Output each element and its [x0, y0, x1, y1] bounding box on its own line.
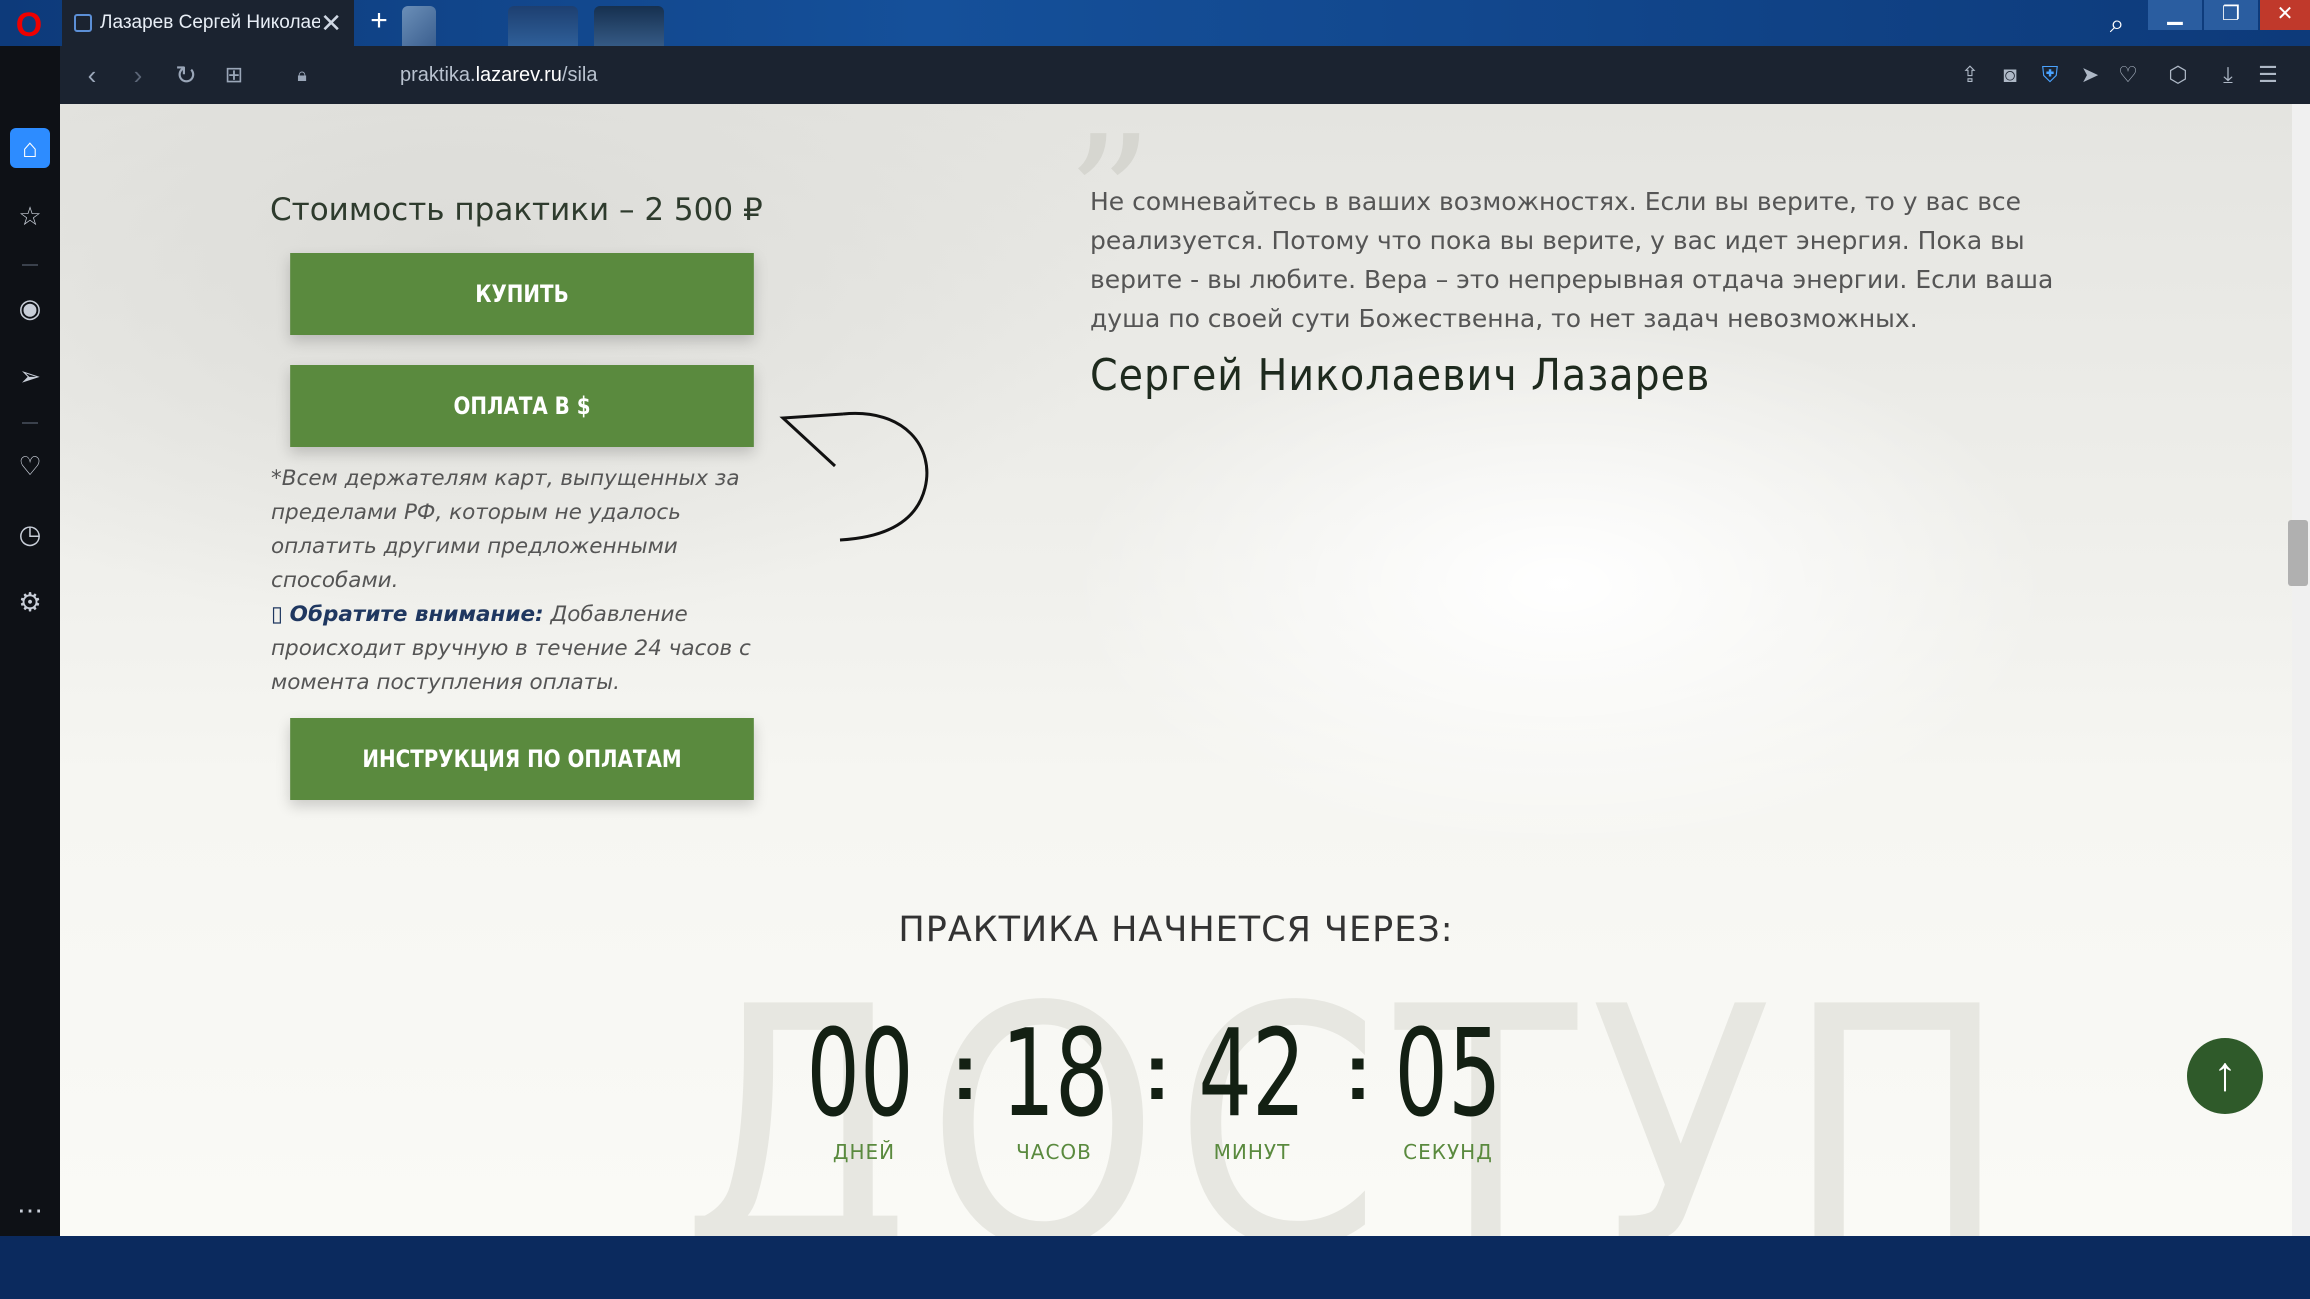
hours-label: ЧАСОВ — [1016, 1140, 1092, 1164]
heart-icon[interactable]: ♡ — [10, 446, 50, 486]
easy-setup-icon[interactable]: ☰ — [2250, 46, 2286, 104]
back-icon[interactable]: ‹ — [72, 46, 112, 104]
attention-box-icon: ▯ — [271, 602, 290, 627]
url-domain: lazarev.ru — [475, 64, 562, 86]
attention-label: Обратите внимание: — [289, 602, 544, 627]
vpn-shield-icon[interactable]: ⛨ — [2032, 46, 2068, 104]
player-icon[interactable]: ◉ — [10, 288, 50, 328]
countdown-minutes: 42 — [1198, 1005, 1306, 1144]
speed-dial-thumbnail[interactable] — [508, 6, 578, 46]
share-icon[interactable]: ⇪ — [1952, 46, 1988, 104]
tab-favicon-icon — [74, 14, 92, 32]
attention-note: ▯ Обратите внимание: Добавление происход… — [271, 598, 771, 700]
tab-close-icon[interactable]: ✕ — [320, 0, 342, 46]
history-icon[interactable]: ◷ — [10, 514, 50, 554]
address-bar: ‹ › ↻ ⊞ 🔒︎ praktika.lazarev.ru/sila ⇪ ◙ … — [60, 46, 2310, 104]
curved-arrow-icon — [779, 411, 929, 542]
heart-icon[interactable]: ♡ — [2110, 46, 2146, 104]
extensions-cube-icon[interactable]: ⬡ — [2160, 46, 2196, 104]
countdown-separator: : — [951, 1027, 979, 1116]
sidebar-divider — [22, 264, 38, 266]
buy-button[interactable]: КУПИТЬ — [290, 253, 754, 335]
search-tabs-icon[interactable]: ⌕ — [2100, 6, 2134, 40]
desktop-taskbar — [0, 1236, 2310, 1299]
practice-price: Стоимость практики – 2 500 ₽ — [270, 192, 763, 228]
downloads-icon[interactable]: ⤓ — [2210, 46, 2246, 104]
countdown-separator: : — [1344, 1027, 1372, 1116]
sidebar-divider — [22, 422, 38, 424]
home-icon[interactable]: ⌂ — [10, 128, 50, 168]
countdown-title: ПРАКТИКА НАЧНЕТСЯ ЧЕРЕЗ: — [898, 910, 1454, 950]
scrollbar-thumb[interactable] — [2288, 520, 2308, 586]
url-path: /sila — [561, 64, 598, 86]
speed-dial-thumbnail[interactable] — [402, 6, 436, 46]
new-tab-button[interactable]: + — [364, 6, 394, 36]
countdown-separator: : — [1143, 1027, 1171, 1116]
quote-text: Не сомневайтесь в ваших возможностях. Ес… — [1090, 187, 2054, 333]
send-icon[interactable]: ➢ — [10, 356, 50, 396]
reload-icon[interactable]: ↻ — [166, 46, 206, 104]
minutes-label: МИНУТ — [1213, 1140, 1291, 1164]
more-icon[interactable]: ⋯ — [10, 1190, 50, 1230]
url-field[interactable]: praktika.lazarev.ru/sila — [400, 46, 598, 104]
speed-dial-thumbnail[interactable] — [594, 6, 664, 46]
seconds-label: СЕКУНД — [1403, 1140, 1493, 1164]
countdown-days: 00 — [806, 1005, 914, 1144]
page-scrollbar[interactable] — [2292, 104, 2310, 1236]
back-to-top-button[interactable]: ↑ — [2187, 1038, 2263, 1114]
forward-icon[interactable]: › — [118, 46, 158, 104]
quote-author: Сергей Николаевич Лазарев — [1090, 350, 1711, 401]
countdown-hours: 18 — [1001, 1005, 1109, 1144]
settings-icon[interactable]: ⚙ — [10, 582, 50, 622]
url-prefix: praktika. — [400, 64, 476, 86]
lock-icon: 🔒︎ — [297, 65, 307, 85]
browser-tab[interactable]: Лазарев Сергей Николаевич ✕ — [62, 0, 354, 46]
opera-logo-icon[interactable]: O — [14, 8, 44, 42]
days-label: ДНЕЙ — [832, 1140, 896, 1164]
payment-instructions-button[interactable]: ИНСТРУКЦИЯ ПО ОПЛАТАМ — [290, 718, 754, 800]
pay-usd-button[interactable]: ОПЛАТА В $ — [290, 365, 754, 447]
close-window-button[interactable]: ✕ — [2260, 0, 2310, 30]
tabs-grid-icon[interactable]: ⊞ — [214, 46, 254, 104]
bookmark-icon[interactable]: ☆ — [10, 196, 50, 236]
send-icon[interactable]: ➤ — [2072, 46, 2108, 104]
web-page: ” Стоимость практики – 2 500 ₽ КУПИТЬ ОП… — [60, 104, 2292, 1236]
snapshot-icon[interactable]: ◙ — [1992, 46, 2028, 104]
restore-button[interactable]: ❐ — [2204, 0, 2258, 30]
minimize-button[interactable]: ▁ — [2148, 0, 2202, 30]
browser-title-bar: O Лазарев Сергей Николаевич ✕ + ⌕ ▁ ❐ ✕ — [0, 0, 2310, 46]
foreign-cards-note: *Всем держателям карт, выпущенных за пре… — [271, 466, 740, 593]
tab-title: Лазарев Сергей Николаевич — [100, 12, 320, 33]
sidebar: ⌂ ☆ ◉ ➢ ♡ ◷ ⚙ ⋯ — [0, 46, 60, 1236]
countdown-seconds: 05 — [1394, 1005, 1502, 1144]
